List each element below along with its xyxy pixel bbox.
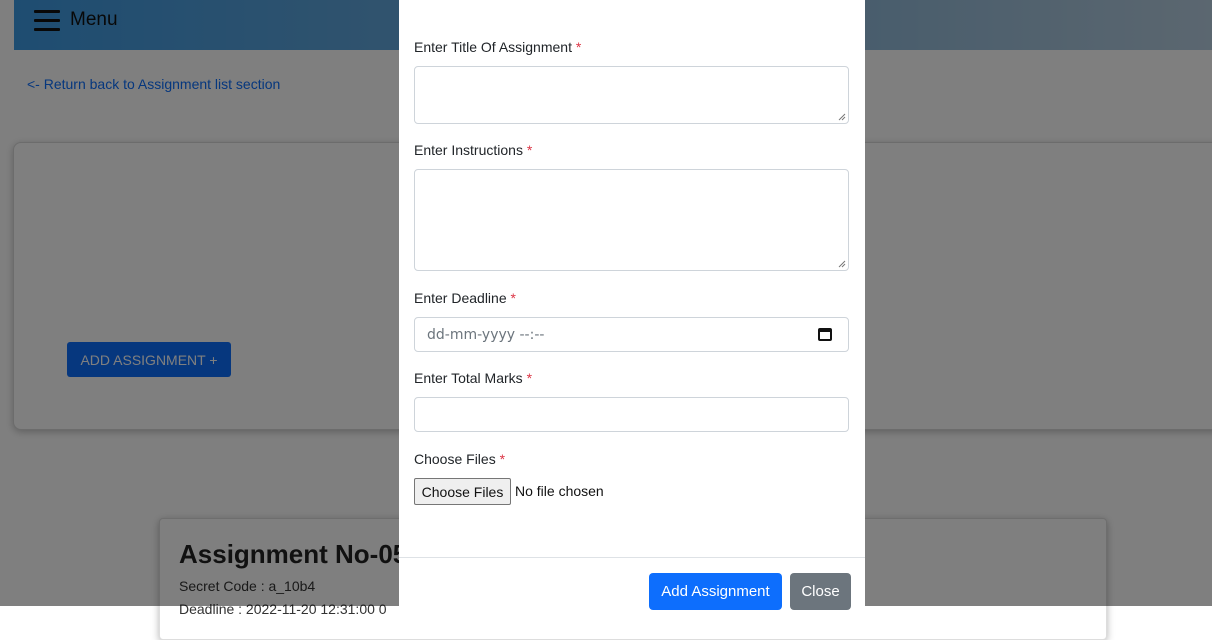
calendar-icon[interactable]	[818, 328, 832, 341]
required-marker: *	[499, 451, 506, 467]
add-assignment-submit-button[interactable]: Add Assignment	[649, 573, 782, 610]
title-field-label: Enter Title Of Assignment *	[414, 39, 582, 55]
add-assignment-modal: Enter Title Of Assignment * Enter Instru…	[399, 0, 865, 619]
required-marker: *	[526, 142, 533, 158]
resize-grip-icon[interactable]	[838, 260, 846, 268]
modal-footer-divider	[399, 557, 865, 558]
files-field-label: Choose Files *	[414, 451, 506, 467]
instructions-textarea[interactable]	[414, 169, 849, 271]
resize-grip-icon[interactable]	[838, 113, 846, 121]
close-modal-button[interactable]: Close	[790, 573, 851, 610]
deadline-placeholder: dd-mm-yyyy --:--	[427, 327, 545, 343]
file-status-text: No file chosen	[515, 483, 604, 499]
deadline-field-label: Enter Deadline *	[414, 290, 516, 306]
required-marker: *	[510, 290, 516, 306]
assignment-title-textarea[interactable]	[414, 66, 849, 124]
choose-files-button[interactable]: Choose Files	[414, 478, 511, 505]
required-marker: *	[575, 39, 582, 55]
required-marker: *	[526, 370, 533, 386]
deadline-datetime-input[interactable]: dd-mm-yyyy --:--	[414, 317, 849, 352]
total-marks-input[interactable]	[414, 397, 849, 432]
instructions-field-label: Enter Instructions *	[414, 142, 533, 158]
marks-field-label: Enter Total Marks *	[414, 370, 533, 386]
